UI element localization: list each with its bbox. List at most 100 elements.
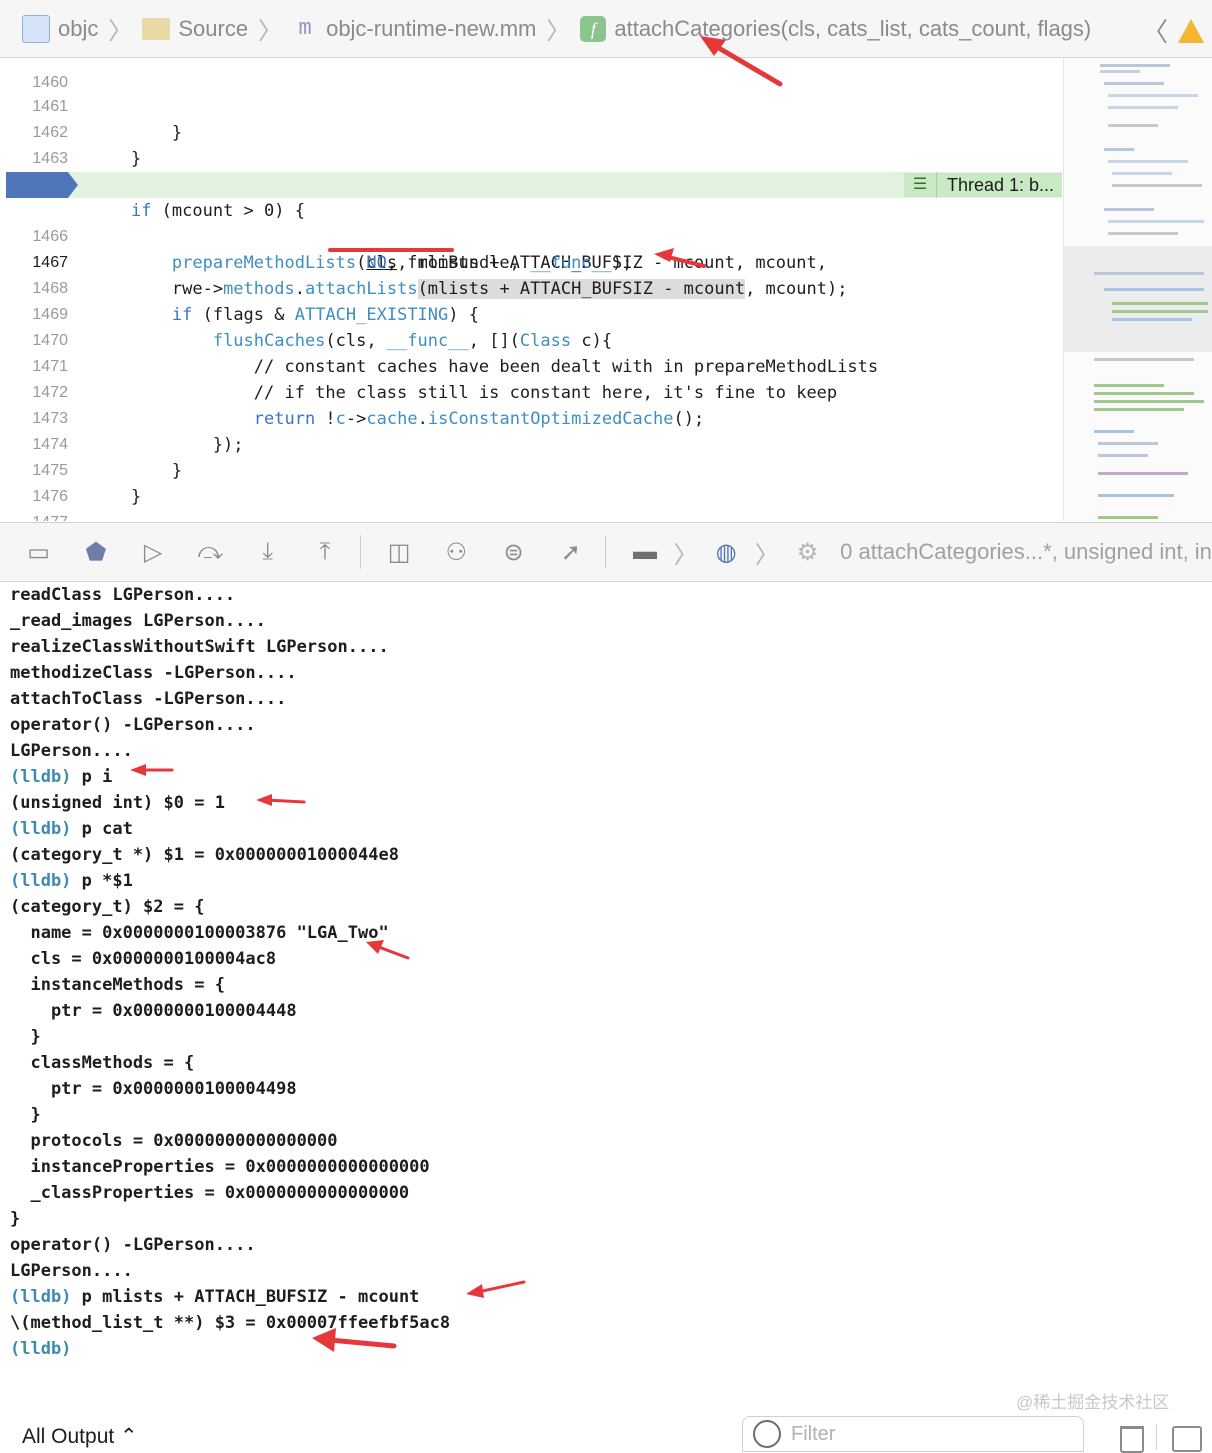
code-line: 1463 [6, 120, 1062, 167]
console-command: p i [71, 767, 113, 787]
minimap-line [1094, 392, 1194, 395]
crumb-file-label: objc-runtime-new.mm [326, 15, 537, 41]
output-select[interactable]: All Output ⌃ [22, 1424, 138, 1449]
minimap-line [1108, 232, 1178, 235]
lldb-prompt: (lldb) [10, 767, 72, 787]
lldb-prompt: (lldb) [10, 871, 72, 891]
console-line: (lldb) p mlists + ATTACH_BUFSIZ - mcount [10, 1284, 419, 1310]
step-over-icon[interactable]: ⤼ [192, 532, 229, 572]
thread-badge[interactable]: ☰ Thread 1: b... [904, 172, 1062, 198]
console-line: cls = 0x0000000100004ac8 [10, 949, 277, 969]
crumb-folder-label: Source [178, 15, 249, 41]
filter-placeholder: Filter [791, 1422, 836, 1445]
console-line: } [10, 1105, 41, 1125]
watermark: @稀土掘金技术社区 [1016, 1393, 1170, 1412]
console-line: instanceProperties = 0x0000000000000000 [10, 1157, 430, 1177]
trash-icon[interactable] [1120, 1426, 1144, 1453]
code-line: 1462 } [6, 94, 1062, 169]
chevron-right-icon: 〉 [673, 541, 698, 569]
folder-icon [142, 17, 171, 40]
code-line: 1476 [6, 458, 1062, 505]
code-line-partial: 1478 [6, 510, 1062, 521]
code-line: 1470 // constant caches have been dealt … [6, 302, 1062, 377]
console-line: attachToClass -LGPerson.... [10, 689, 287, 709]
app-icon[interactable]: ▬ [626, 532, 663, 572]
chevron-right-icon: 〉 [258, 18, 283, 45]
console-line: readClass LGPerson.... [10, 585, 236, 605]
minimap-line [1108, 160, 1188, 163]
breakpoints-toggle-icon[interactable]: ⬟ [77, 532, 114, 572]
console-line: } [10, 1209, 21, 1229]
minimap-line [1112, 172, 1172, 175]
console-line: instanceMethods = { [10, 975, 225, 995]
console-line: (lldb) p cat [10, 816, 133, 842]
console-line: (unsigned int) $0 = 1 [10, 793, 225, 813]
code-line-current: 1465 prepareMethodLists(cls, mlists + AT… [6, 172, 1062, 273]
console-line: (category_t) $2 = { [10, 897, 205, 917]
step-out-icon[interactable]: ⤒ [306, 532, 343, 572]
minimap-line [1094, 384, 1164, 387]
warning-icon[interactable] [1178, 18, 1204, 43]
chevron-right-icon: 〉 [108, 18, 133, 45]
minimap-line [1108, 124, 1158, 127]
code-line: 1466 NO, fromBundle, __func__); [6, 198, 1062, 273]
code-line: 1474 } [6, 406, 1062, 481]
console-line: operator() -LGPerson.... [10, 1235, 256, 1255]
divider [605, 535, 607, 569]
code-line: 1464 if (mcount > 0) { [6, 146, 1062, 221]
console-line: methodizeClass -LGPerson.... [10, 663, 297, 683]
console-line: classMethods = { [10, 1053, 195, 1073]
code-editor[interactable]: 1460 1461 } 1462 } 1463 1464 if (mcount … [6, 58, 1062, 521]
console-bottom-bar: All Output ⌃ Filter [0, 1416, 1212, 1453]
minimap-line [1094, 408, 1184, 411]
crumb-folder[interactable]: Source [142, 16, 248, 42]
stack-frame-icon[interactable]: ⚙ [789, 532, 826, 572]
minimap-line [1104, 148, 1134, 151]
lldb-prompt: (lldb) [10, 819, 72, 839]
code-line: 1475 } [6, 432, 1062, 507]
hide-debug-area-icon[interactable]: ▭ [20, 532, 57, 572]
minimap-line [1104, 82, 1164, 85]
console-line: ptr = 0x0000000100004498 [10, 1079, 297, 1099]
console-output[interactable]: readClass LGPerson.... _read_images LGPer… [10, 582, 1210, 1382]
minimap[interactable] [1063, 58, 1212, 521]
memory-graph-icon[interactable]: ⚇ [438, 532, 475, 572]
minimap-line [1112, 318, 1192, 321]
minimap-line [1108, 106, 1178, 109]
objc-file-icon: m [298, 15, 312, 41]
console-line: name = 0x0000000100003876 "LGA_Two" [10, 923, 389, 943]
console-line: ptr = 0x0000000100004448 [10, 1001, 297, 1021]
console-command: p cat [71, 819, 133, 839]
minimap-viewport[interactable] [1064, 246, 1212, 352]
code-line: 1467 rwe->methods.attachLists(mlists + A… [6, 224, 1062, 299]
view-hierarchy-icon[interactable]: ◫ [380, 532, 417, 572]
chevron-right-icon: 〉 [754, 541, 779, 569]
filter-field[interactable]: Filter [742, 1416, 1084, 1452]
step-into-icon[interactable]: ⤓ [249, 532, 286, 572]
simulate-location-icon[interactable]: ➚ [552, 532, 589, 572]
breakpoint-indicator[interactable] [6, 172, 78, 198]
chevron-left-icon[interactable]: 〈 [1142, 12, 1168, 49]
crumb-project-label: objc [58, 15, 99, 41]
continue-icon[interactable]: ▷ [135, 532, 172, 572]
thread-badge-label: Thread 1: b... [947, 175, 1055, 195]
minimap-line [1098, 494, 1174, 497]
crumb-project[interactable]: objc [22, 14, 99, 43]
crumb-function[interactable]: f attachCategories(cls, cats_list, cats_… [580, 15, 1091, 42]
minimap-line [1094, 358, 1194, 361]
list-icon: ☰ [904, 172, 937, 198]
environment-overrides-icon[interactable]: ⊜ [495, 532, 532, 572]
minimap-line [1104, 208, 1154, 211]
code-line: 1468 if (flags & ATTACH_EXISTING) { [6, 250, 1062, 325]
console-line: (lldb) p i [10, 764, 112, 790]
console-line: (category_t *) $1 = 0x00000001000044e8 [10, 845, 399, 865]
split-view-icon[interactable] [1172, 1426, 1202, 1452]
crumb-file[interactable]: m objc-runtime-new.mm [292, 16, 536, 42]
minimap-line [1094, 272, 1204, 275]
thread-icon[interactable]: ◍ [708, 532, 745, 572]
stack-frame-label[interactable]: 0 attachCategories...*, unsigned int, in [840, 539, 1212, 565]
minimap-line [1112, 310, 1208, 313]
console-command: p mlists + ATTACH_BUFSIZ - mcount [71, 1287, 420, 1307]
console-line: operator() -LGPerson.... [10, 715, 256, 735]
console-line: \(method_list_t **) $3 = 0x00007ffeefbf5… [10, 1313, 451, 1333]
